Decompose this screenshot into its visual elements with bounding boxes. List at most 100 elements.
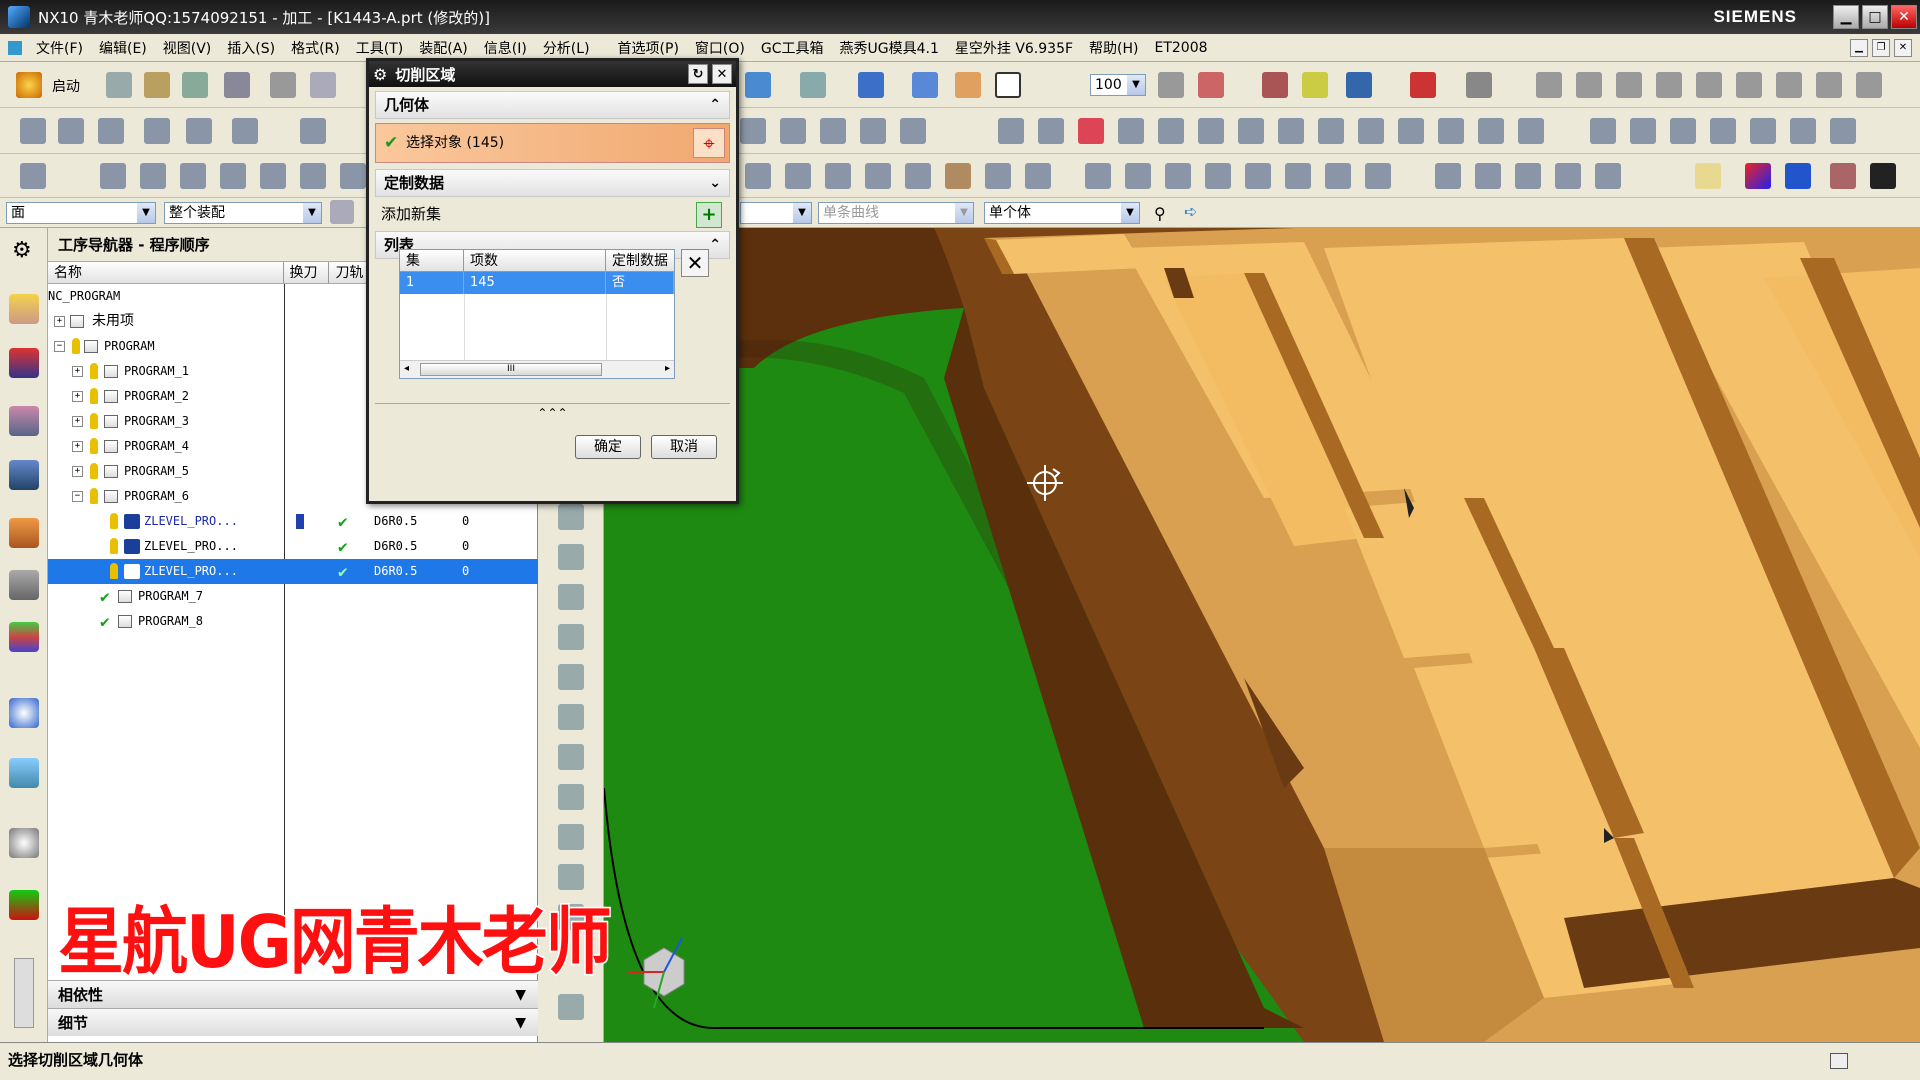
line-icon[interactable]: [998, 118, 1024, 144]
app-menu-icon[interactable]: [8, 40, 22, 55]
doc-restore-button[interactable]: ❐: [1872, 38, 1890, 57]
start-button[interactable]: 启动: [52, 76, 80, 96]
close-button[interactable]: ✕: [1891, 5, 1917, 29]
wcs-icon[interactable]: [1198, 72, 1224, 98]
postprocess-icon[interactable]: [745, 163, 771, 189]
view-tool-icon[interactable]: [1695, 163, 1721, 189]
menu-edit[interactable]: 编辑(E): [91, 38, 155, 58]
custom-data-section-header[interactable]: 定制数据 ⌄: [375, 169, 730, 197]
split-icon[interactable]: [780, 118, 806, 144]
rectangle-icon[interactable]: [1118, 118, 1144, 144]
move-icon[interactable]: [1670, 118, 1696, 144]
start-icon[interactable]: [16, 72, 42, 98]
select-object-row[interactable]: ✔ 选择对象 (145) ⌖: [375, 123, 730, 163]
geometry-section-header[interactable]: 几何体 ⌃: [375, 91, 730, 119]
ruler-icon[interactable]: [1466, 72, 1492, 98]
boss-icon[interactable]: [144, 118, 170, 144]
pin-icon[interactable]: ⚲: [1154, 204, 1166, 223]
wrap-icon[interactable]: [1438, 118, 1464, 144]
menu-view[interactable]: 视图(V): [155, 38, 220, 58]
tool-path-icon-15[interactable]: [1435, 163, 1461, 189]
list-col-custom[interactable]: 定制数据: [606, 250, 674, 272]
dialog-close-button[interactable]: ✕: [712, 64, 732, 84]
layer-icon[interactable]: [1158, 72, 1184, 98]
minimize-button[interactable]: ▁: [1833, 5, 1859, 29]
tree-row-zlevel-1[interactable]: ZLEVEL_PRO... ✔ D6R0.5 0: [48, 509, 538, 534]
vertical-tool-icon-7[interactable]: [558, 744, 584, 770]
shaded-view-icon[interactable]: [858, 72, 884, 98]
calc-icon[interactable]: [1785, 163, 1811, 189]
graphics-viewport[interactable]: [604, 228, 1920, 1042]
pocket-icon[interactable]: [186, 118, 212, 144]
wireframe-icon[interactable]: [912, 72, 938, 98]
part-navigator-icon[interactable]: [9, 294, 39, 324]
operation-navigator-icon[interactable]: [9, 460, 39, 490]
tool-path-icon-19[interactable]: [1595, 163, 1621, 189]
pad-icon[interactable]: [232, 118, 258, 144]
tool-path-icon-17[interactable]: [1515, 163, 1541, 189]
select-arrow-icon[interactable]: [1346, 72, 1372, 98]
tool-path-icon-4[interactable]: [945, 163, 971, 189]
cam-setup-icon[interactable]: [20, 163, 46, 189]
list-row-custom[interactable]: 否: [606, 272, 674, 294]
create-geometry-icon[interactable]: [180, 163, 206, 189]
arc-icon[interactable]: [1038, 118, 1064, 144]
feature-icon-8[interactable]: [1816, 72, 1842, 98]
text-icon[interactable]: [1238, 118, 1264, 144]
ok-button[interactable]: 确定: [575, 435, 641, 459]
tree-row-program-8[interactable]: ✔ PROGRAM_8: [48, 609, 538, 634]
revolve-icon[interactable]: [58, 118, 84, 144]
rotate-icon[interactable]: [800, 72, 826, 98]
tool-path-icon-1[interactable]: [825, 163, 851, 189]
delete-set-button[interactable]: ✕: [681, 249, 709, 277]
tool-path-icon-16[interactable]: [1475, 163, 1501, 189]
resource-scroll[interactable]: [14, 958, 34, 1028]
new-icon[interactable]: [106, 72, 132, 98]
open-icon[interactable]: [144, 72, 170, 98]
verify-path-icon[interactable]: [340, 163, 366, 189]
extrude-icon[interactable]: [20, 118, 46, 144]
cut-icon[interactable]: [270, 72, 296, 98]
add-set-button[interactable]: +: [696, 202, 722, 228]
tool-path-icon-3[interactable]: [905, 163, 931, 189]
menu-preferences[interactable]: 首选项(P): [610, 38, 687, 58]
thicken-icon[interactable]: [900, 118, 926, 144]
menu-window[interactable]: 窗口(O): [687, 38, 753, 58]
history-icon[interactable]: [9, 828, 39, 858]
scope-select[interactable]: 整个装配 ▼: [164, 202, 322, 224]
menu-et2008[interactable]: ET2008: [1147, 40, 1216, 56]
status-window-icon[interactable]: [1830, 1053, 1848, 1069]
menu-assembly[interactable]: 装配(A): [411, 38, 476, 58]
vertical-tool-icon-4[interactable]: [558, 624, 584, 650]
fillet-icon[interactable]: [1750, 118, 1776, 144]
machine-navigator-icon[interactable]: [9, 518, 39, 548]
list-col-count[interactable]: 项数: [464, 250, 606, 272]
cancel-button[interactable]: 取消: [651, 435, 717, 459]
expand-icon[interactable]: +: [72, 366, 83, 377]
arrow-right-icon[interactable]: ➪: [1184, 202, 1197, 221]
body-rule-select[interactable]: 单个体 ▼: [984, 202, 1140, 224]
list-row-count[interactable]: 145: [464, 272, 606, 294]
fit-icon[interactable]: [745, 72, 771, 98]
blend-icon[interactable]: [1478, 118, 1504, 144]
spline-icon[interactable]: [1198, 118, 1224, 144]
vertical-tool-icon-9[interactable]: [558, 824, 584, 850]
tool-path-icon-9[interactable]: [1165, 163, 1191, 189]
shop-docs-icon[interactable]: [785, 163, 811, 189]
dialog-gear-icon[interactable]: ⚙: [373, 65, 387, 84]
measure-icon[interactable]: [1262, 72, 1288, 98]
doc-close-button[interactable]: ✕: [1894, 38, 1912, 57]
cube-icon[interactable]: [1745, 163, 1771, 189]
maximize-button[interactable]: □: [1862, 5, 1888, 29]
tool-path-icon-14[interactable]: [1365, 163, 1391, 189]
details-panel[interactable]: 细节 ▼: [48, 1008, 538, 1036]
hole-icon[interactable]: [98, 118, 124, 144]
slot-icon[interactable]: [300, 118, 326, 144]
hidden-select[interactable]: ▼: [740, 202, 812, 224]
list-horizontal-scrollbar[interactable]: ◂ III ▸: [400, 360, 674, 378]
roles-icon[interactable]: [9, 890, 39, 920]
join-icon[interactable]: [1398, 118, 1424, 144]
create-tool-icon[interactable]: [140, 163, 166, 189]
reset-icon[interactable]: ↻: [688, 64, 708, 84]
menu-insert[interactable]: 插入(S): [219, 38, 283, 58]
